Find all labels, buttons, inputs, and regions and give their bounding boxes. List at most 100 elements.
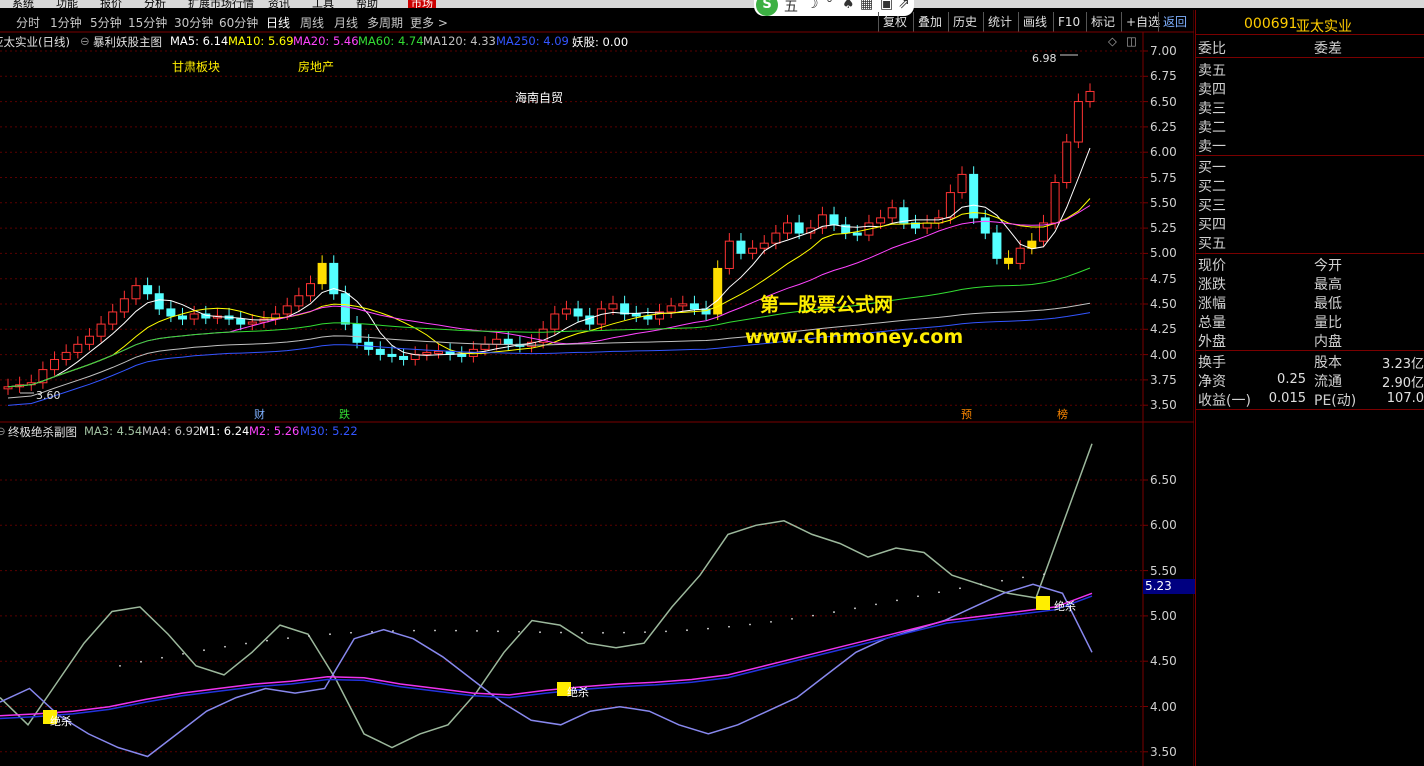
candle-body [294, 295, 304, 307]
ma4-dot [812, 614, 814, 617]
ma4-dot [476, 630, 478, 632]
ma4-dot [1022, 576, 1024, 579]
candle-body [748, 247, 758, 254]
candle-body [1004, 257, 1014, 264]
diamond-icon[interactable]: ◇ [1108, 34, 1117, 48]
open-label: 今开 [1314, 258, 1342, 274]
pe-value: 107.0 [1386, 391, 1424, 406]
candle-body [317, 262, 327, 285]
low-label: 最低 [1314, 296, 1342, 312]
main-axis-tick: 4.75 [1150, 271, 1177, 286]
candle-body [492, 338, 502, 345]
net-asset-value: 0.25 [1277, 372, 1306, 387]
watermark-url: www.chnmoney.com [745, 326, 964, 348]
candle-body [771, 232, 781, 244]
change-pct-label: 涨幅 [1198, 296, 1226, 312]
ma4-dot [875, 603, 877, 606]
candle-body [980, 217, 990, 234]
ask3-label: 卖三 [1198, 101, 1226, 117]
annotation-hainan: 海南自贸 [515, 91, 564, 105]
sub-axis-tick: 3.50 [1150, 744, 1177, 759]
ma4-dot [434, 629, 436, 632]
bid3-label: 买三 [1198, 198, 1226, 214]
main-axis-tick: 6.75 [1150, 69, 1177, 84]
ma4-dot [203, 649, 205, 652]
candle-body [992, 232, 1002, 259]
candle-body [305, 283, 315, 297]
event-tag-finance[interactable]: 财 [254, 406, 265, 422]
volume-label: 总量 [1198, 315, 1226, 331]
current-value-badge: 5.23 [1143, 579, 1196, 594]
ma4-value: MA4: 6.92 [142, 424, 201, 438]
ma4-dot [329, 633, 331, 636]
candle-body [724, 240, 734, 269]
eps-value: 0.015 [1268, 391, 1306, 406]
ma120-value: MA120: 4.33 [423, 34, 496, 48]
ma4-dot [518, 630, 520, 633]
ma20-value: MA20: 5.46 [293, 34, 359, 48]
ma4-dot [917, 595, 919, 598]
sub-axis-tick: 4.00 [1150, 699, 1177, 714]
event-tag-list[interactable]: 榜 [1057, 406, 1068, 422]
candle-body [480, 343, 490, 350]
main-formula-name[interactable]: 暴利妖股主图 [93, 34, 162, 50]
ma4-dot [1001, 579, 1003, 582]
ma4-dot [119, 664, 121, 667]
candle-body [387, 353, 397, 357]
main-axis-tick: 4.00 [1150, 347, 1177, 362]
window-icon[interactable]: ◫ [1126, 34, 1137, 48]
candle-body [631, 313, 641, 317]
candle-body [457, 353, 467, 357]
candle-body [608, 303, 618, 310]
sub-axis-tick: 5.50 [1150, 563, 1177, 578]
ma4-dot [665, 630, 667, 633]
candle-body [573, 308, 583, 317]
m2-value: M2: 5.26 [249, 424, 300, 438]
sub-collapse-icon[interactable]: ⊖ [0, 424, 6, 438]
event-tag-forecast[interactable]: 预 [961, 406, 972, 422]
m30-value: M30: 5.22 [300, 424, 358, 438]
candle-body [969, 173, 979, 219]
m1-line [0, 583, 1093, 758]
ma4-dot [707, 627, 709, 630]
bid1-label: 买一 [1198, 160, 1226, 176]
volume-ratio-label: 量比 [1314, 315, 1342, 331]
turnover-label: 换手 [1198, 355, 1226, 371]
ma4-dot [833, 611, 835, 613]
yaogu-value: 妖股: 0.00 [572, 35, 629, 49]
ma60-value: MA60: 4.74 [358, 34, 424, 48]
candle-body [1015, 247, 1025, 264]
ma4-dot [245, 642, 247, 645]
ask4-label: 卖四 [1198, 82, 1226, 98]
ma4-dot [539, 631, 541, 634]
ma4-dot [266, 639, 268, 642]
ma4-dot [896, 599, 898, 602]
ma20-line [7, 205, 1091, 388]
ma3-value: MA3: 4.54 [84, 424, 143, 438]
watermark-title: 第一股票公式网 [760, 294, 894, 316]
candle-body [829, 214, 839, 226]
collapse-icon[interactable]: ⊖ [80, 34, 90, 48]
sub-axis-tick: 5.00 [1150, 608, 1177, 623]
float-label: 流通 [1314, 374, 1342, 390]
sub-formula-name[interactable]: 终极绝杀副图 [8, 424, 77, 440]
ma4-dot [413, 629, 415, 632]
ma5-value: MA5: 6.14 [170, 34, 229, 48]
main-axis-tick: 7.00 [1150, 44, 1177, 58]
ma4-dot [938, 591, 940, 594]
event-tag-drop[interactable]: 跌 [339, 406, 350, 422]
ma4-dot [371, 630, 373, 633]
main-chart-header: 亚太实业(日线) ⊖ 暴利妖股主图 MA5: 6.14 MA10: 5.69 M… [0, 33, 1194, 49]
candle-body [119, 298, 129, 313]
ma4-dot [791, 618, 793, 620]
order-ratio-label: 委比 [1198, 41, 1226, 57]
signal-label-2: 绝杀 [567, 686, 589, 699]
m30-line [0, 595, 1093, 720]
main-axis-tick: 4.50 [1150, 297, 1177, 311]
candle-body [189, 313, 199, 320]
ma4-dot [308, 635, 310, 637]
ma4-dot [749, 623, 751, 626]
high-label: 最高 [1314, 277, 1342, 293]
ma4-dot [560, 631, 562, 634]
kline-chart[interactable] [0, 0, 1194, 766]
